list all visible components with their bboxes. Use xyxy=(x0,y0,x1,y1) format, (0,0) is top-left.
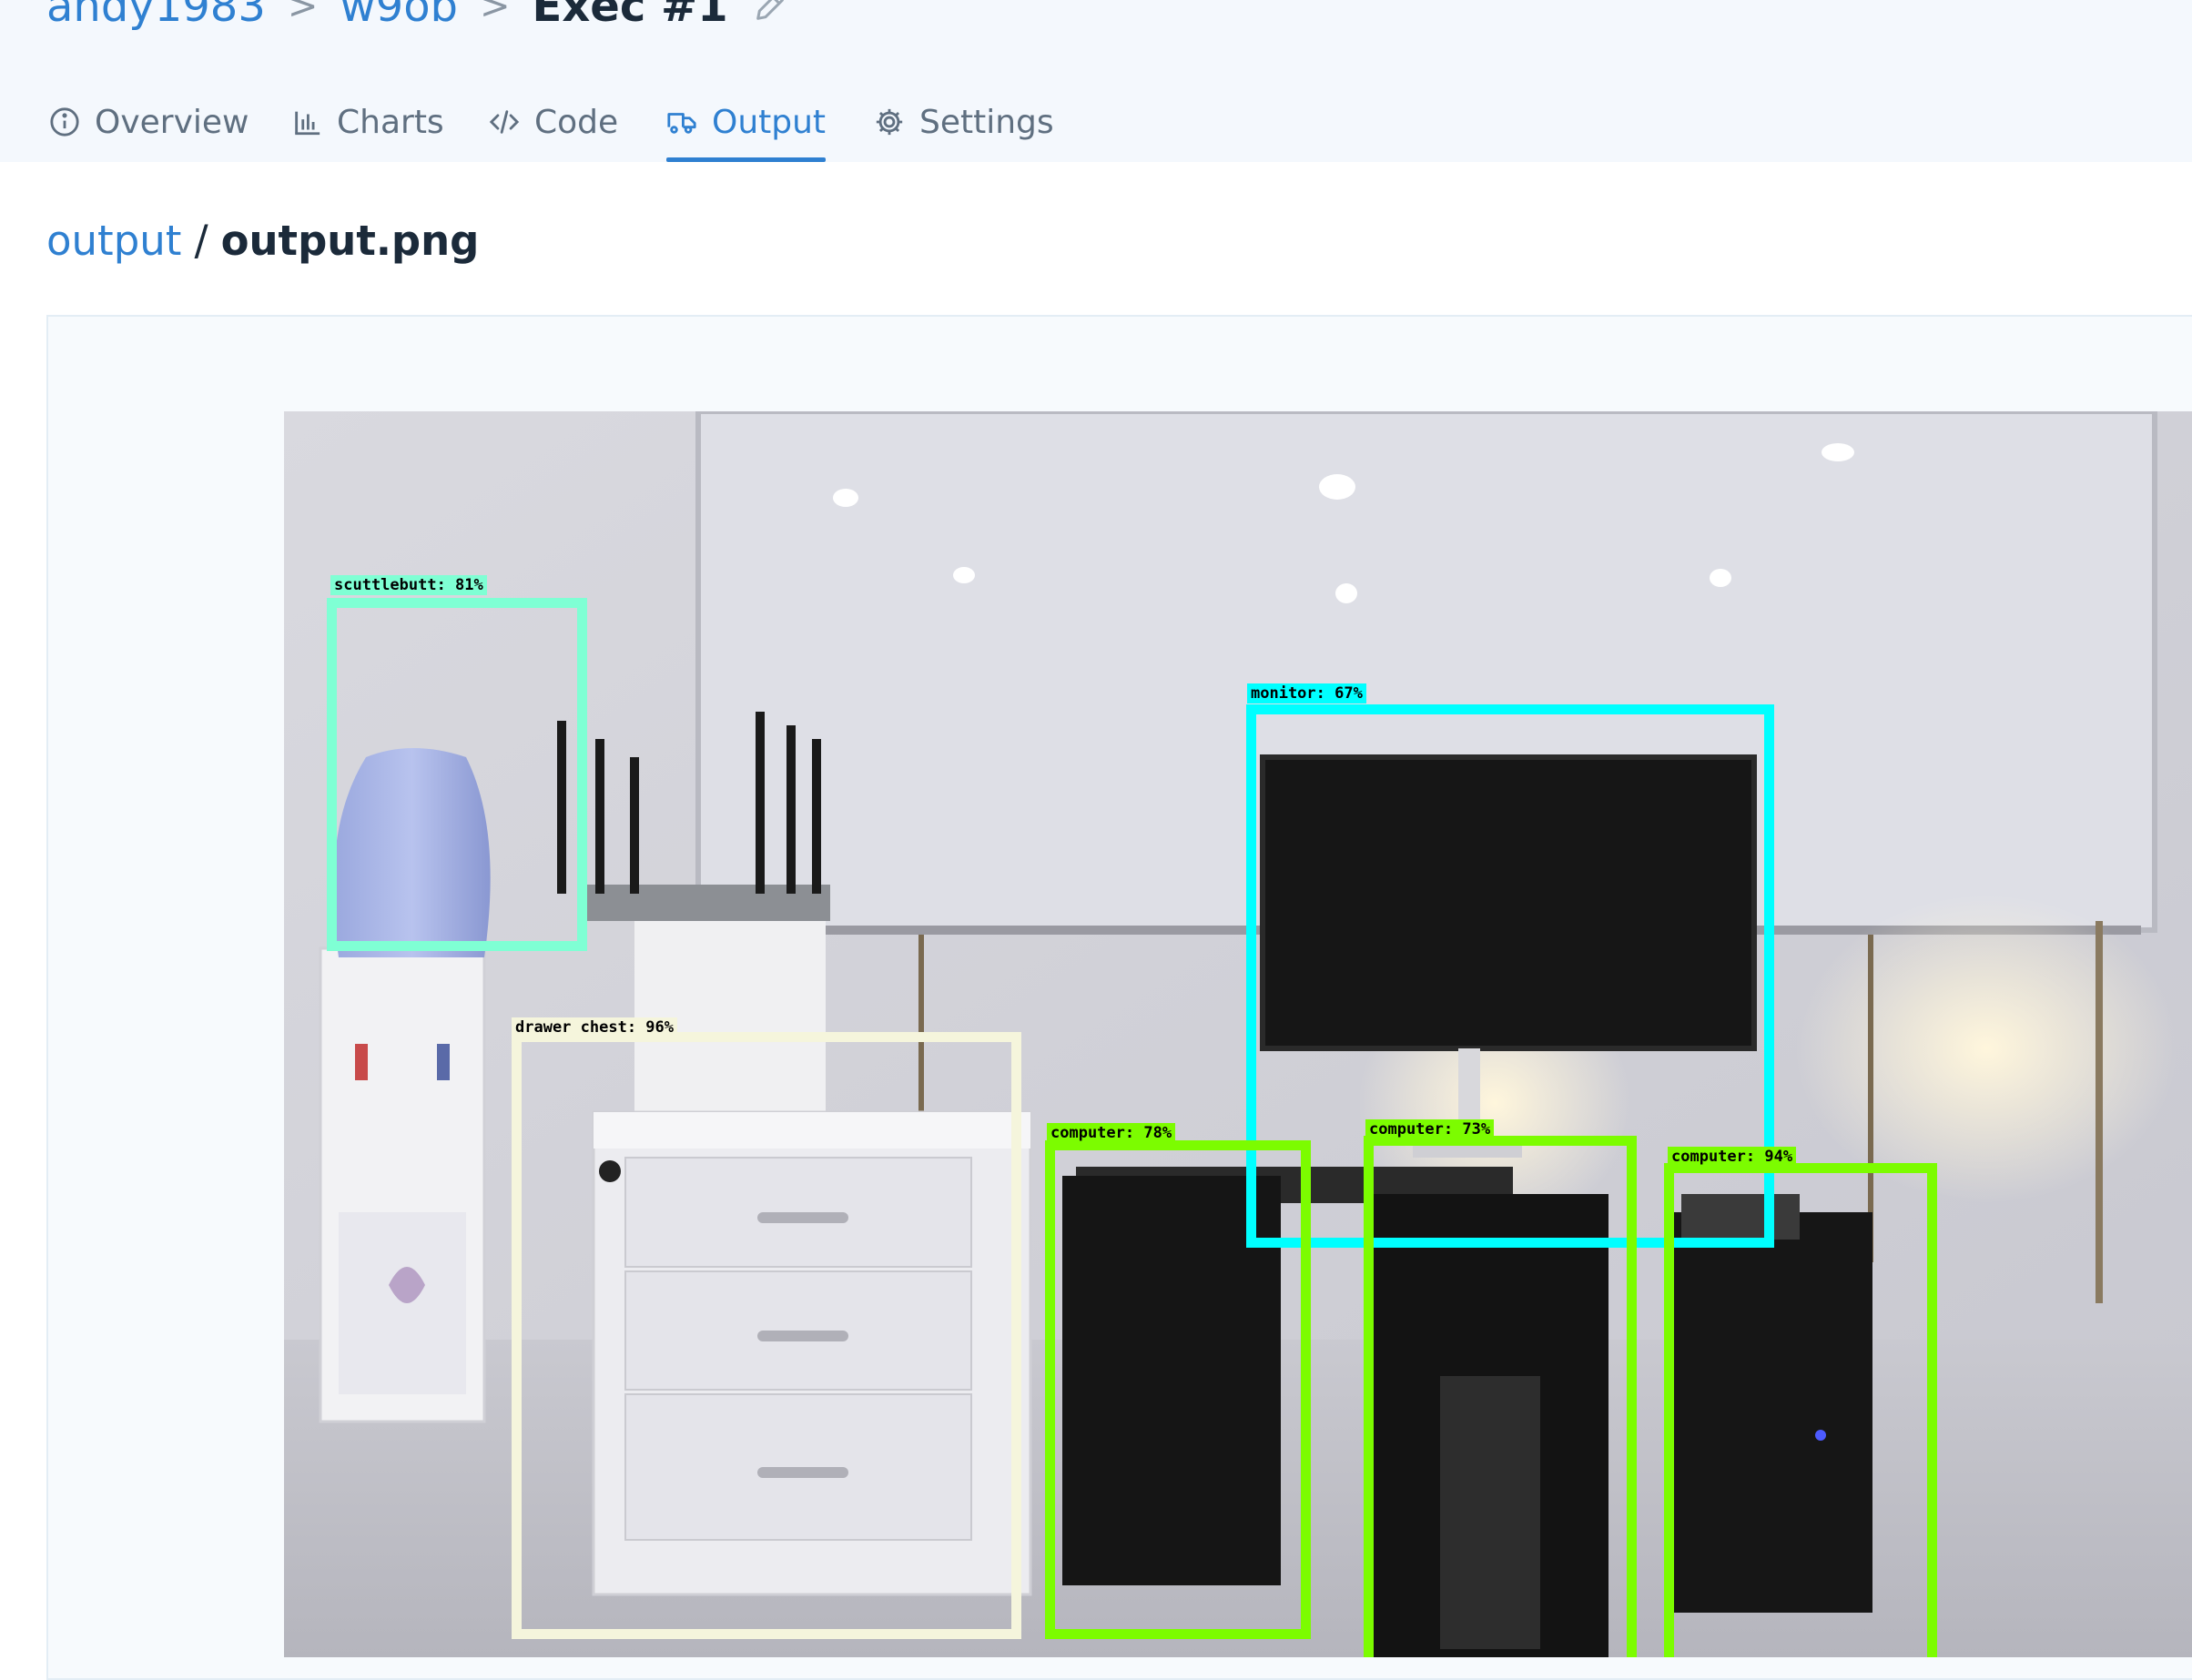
top-header: andy1983 > w9ob > Exec #1 Overview Chart… xyxy=(0,0,2192,162)
tab-label: Code xyxy=(534,103,619,141)
tab-settings[interactable]: Settings xyxy=(874,82,1054,162)
tab-label: Settings xyxy=(919,103,1054,141)
breadcrumb-current: Exec #1 xyxy=(532,0,728,32)
tab-charts[interactable]: Charts xyxy=(291,82,444,162)
tab-output[interactable]: Output xyxy=(666,82,827,162)
detection-box-drawer-chest xyxy=(512,1032,1021,1639)
breadcrumb-separator-icon: > xyxy=(287,0,319,27)
detection-box-computer xyxy=(1364,1136,1637,1657)
path-separator: / xyxy=(194,217,208,265)
breadcrumb: andy1983 > w9ob > Exec #1 xyxy=(46,0,788,38)
detection-box-computer xyxy=(1045,1140,1311,1639)
detection-label: scuttlebutt: 81% xyxy=(330,575,487,595)
detection-box-computer xyxy=(1664,1163,1937,1657)
output-image: scuttlebutt: 81% drawer chest: 96% monit… xyxy=(284,411,2192,1657)
detection-label: computer: 73% xyxy=(1365,1119,1495,1139)
tab-label: Output xyxy=(712,103,827,141)
file-path: output / output.png xyxy=(46,217,479,265)
gear-icon xyxy=(876,108,903,136)
info-circle-icon xyxy=(50,107,79,137)
detection-box-scuttlebutt xyxy=(327,598,587,951)
tab-label: Charts xyxy=(337,103,444,141)
tab-code[interactable]: Code xyxy=(489,82,618,162)
detection-label: computer: 78% xyxy=(1047,1123,1176,1143)
file-name: output.png xyxy=(220,217,480,265)
breadcrumb-separator-icon: > xyxy=(480,0,511,27)
tab-label: Overview xyxy=(95,103,249,141)
breadcrumb-user-link[interactable]: andy1983 xyxy=(46,0,266,32)
detection-label: computer: 94% xyxy=(1668,1147,1797,1167)
truck-icon xyxy=(667,113,696,134)
tab-overview[interactable]: Overview xyxy=(49,82,249,162)
bar-chart-icon xyxy=(295,111,320,136)
breadcrumb-project-link[interactable]: w9ob xyxy=(340,0,458,32)
detection-label: monitor: 67% xyxy=(1247,683,1366,703)
detection-label: drawer chest: 96% xyxy=(512,1017,677,1037)
pencil-icon[interactable] xyxy=(752,0,788,25)
code-icon xyxy=(489,110,520,134)
output-folder-link[interactable]: output xyxy=(46,217,181,265)
